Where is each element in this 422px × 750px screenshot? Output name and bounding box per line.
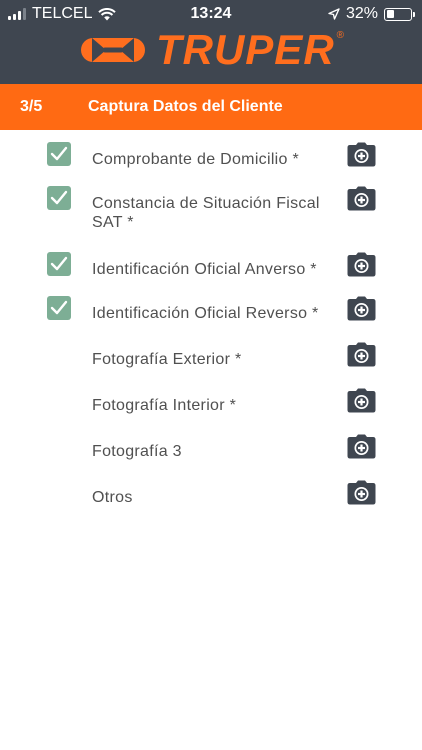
status-right: 32% [328, 5, 415, 23]
check-icon [50, 256, 68, 271]
battery-percent: 32% [345, 5, 378, 22]
checkbox-checked[interactable] [47, 142, 71, 166]
document-label: Fotografía Exterior * [92, 351, 242, 368]
checkbox-checked[interactable] [47, 296, 71, 320]
camera-add-icon [347, 252, 376, 277]
checkbox-checked[interactable] [47, 186, 71, 210]
check-icon [50, 300, 68, 315]
document-label: Identificación Oficial Reverso * [92, 305, 319, 322]
app-header: TELCEL 13:24 32% TRUPER ® [0, 0, 422, 84]
camera-add-button[interactable] [347, 480, 376, 505]
location-arrow-icon [328, 8, 340, 20]
camera-add-button[interactable] [347, 296, 376, 321]
camera-add-icon [347, 388, 376, 413]
battery-icon [384, 7, 415, 21]
document-label: Comprobante de Domicilio * [92, 151, 300, 168]
step-bar: 3/5 Captura Datos del Cliente [0, 84, 422, 130]
document-label: Identificación Oficial Anverso * [92, 261, 317, 278]
step-counter: 3/5 [20, 98, 43, 115]
camera-add-button[interactable] [347, 186, 376, 211]
camera-add-icon [347, 296, 376, 321]
camera-add-button[interactable] [347, 142, 376, 167]
registered-mark: ® [336, 30, 345, 41]
truper-mark-icon [80, 38, 145, 62]
check-icon [50, 190, 68, 205]
page-title: Captura Datos del Cliente [88, 98, 283, 115]
document-label: Constancia de Situación Fiscal SAT * [92, 195, 320, 231]
brand-name: TRUPER [155, 26, 335, 73]
checkbox-checked[interactable] [47, 252, 71, 276]
camera-add-button[interactable] [347, 342, 376, 367]
camera-add-button[interactable] [347, 434, 376, 459]
document-label: Fotografía 3 [92, 443, 182, 460]
camera-add-icon [347, 186, 376, 211]
truper-logo: TRUPER ® [0, 26, 422, 74]
document-label: Fotografía Interior * [92, 397, 237, 414]
camera-add-icon [347, 480, 376, 505]
check-icon [50, 146, 68, 161]
camera-add-icon [347, 142, 376, 167]
status-bar: TELCEL 13:24 32% [0, 0, 422, 28]
camera-add-icon [347, 434, 376, 459]
camera-add-button[interactable] [347, 388, 376, 413]
camera-add-icon [347, 342, 376, 367]
document-label: Otros [92, 489, 133, 506]
camera-add-button[interactable] [347, 252, 376, 277]
